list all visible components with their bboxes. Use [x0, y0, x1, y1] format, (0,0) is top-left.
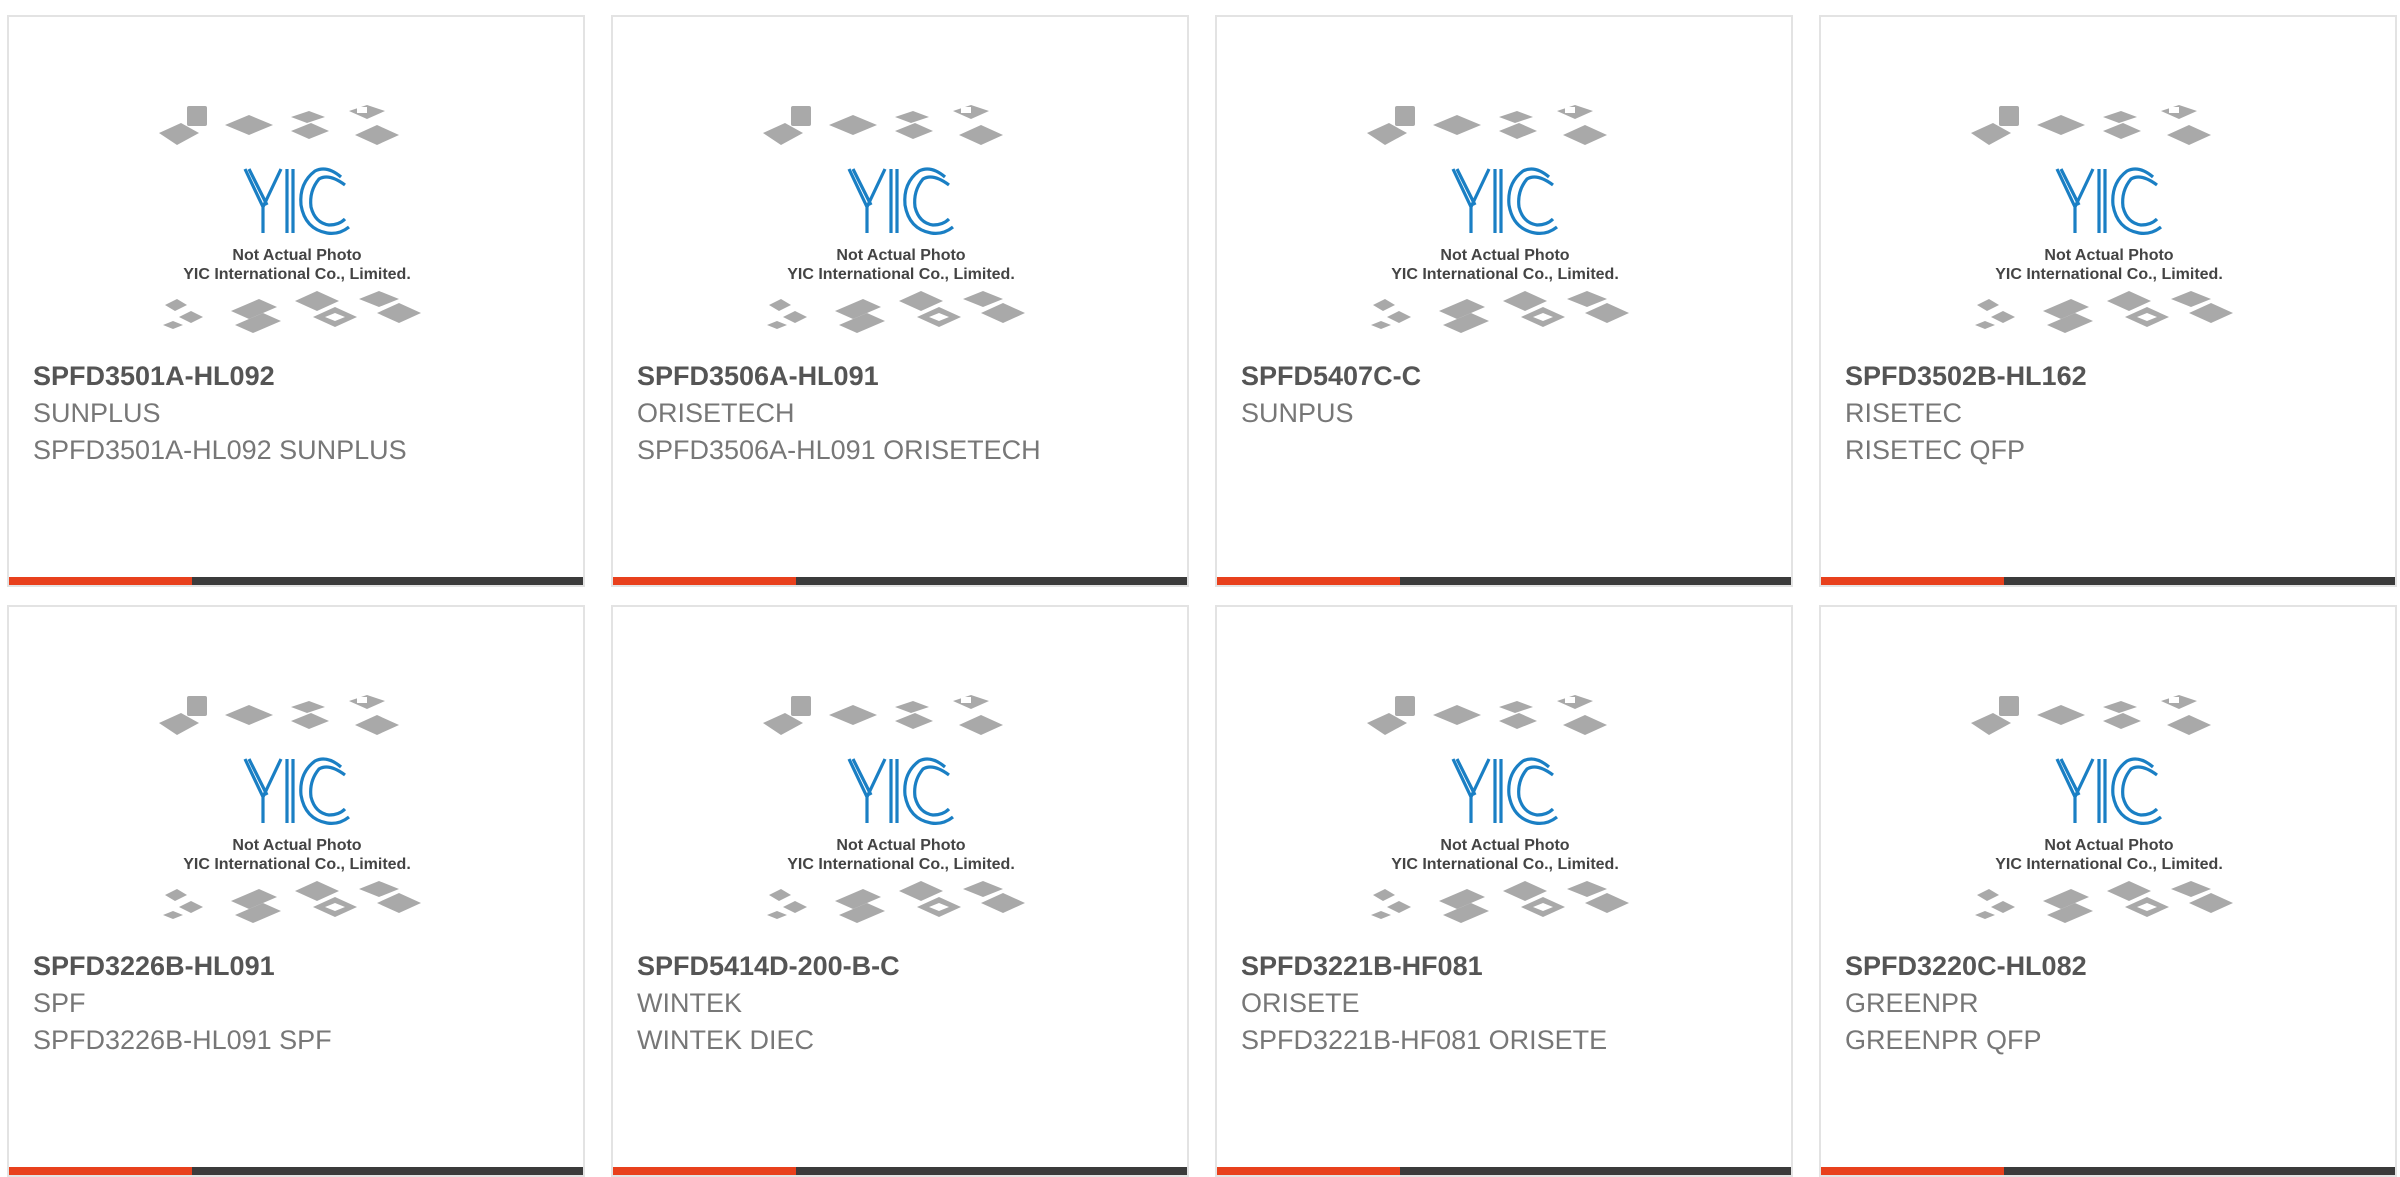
card-accent-bar [1217, 577, 1400, 585]
product-info: SPFD3226B-HL091 SPF SPFD3226B-HL091 SPF [33, 947, 573, 1059]
product-placeholder-image[interactable]: Not Actual Photo YIC International Co., … [159, 103, 435, 363]
manufacturer: RISETEC [1845, 398, 1963, 428]
description: SPFD3501A-HL092 SUNPLUS [33, 435, 407, 465]
part-number[interactable]: SPFD3226B-HL091 [33, 947, 573, 985]
manufacturer: GREENPR [1845, 988, 1979, 1018]
part-number[interactable]: SPFD5414D-200-B-C [637, 947, 1177, 985]
svg-text:YIC International Co., Limited: YIC International Co., Limited. [787, 856, 1015, 873]
product-info: SPFD5407C-C SUNPUS [1241, 357, 1781, 432]
card-accent-bar [9, 1167, 192, 1175]
part-number[interactable]: SPFD5407C-C [1241, 357, 1781, 395]
description: SPFD3221B-HF081 ORISETE [1241, 1025, 1608, 1055]
card-bottom-bar [9, 1167, 583, 1175]
product-info: SPFD3506A-HL091 ORISETECH SPFD3506A-HL09… [637, 357, 1177, 469]
card-accent-bar [1821, 577, 2004, 585]
svg-text:YIC International Co., Limited: YIC International Co., Limited. [1995, 856, 2223, 873]
description: GREENPR QFP [1845, 1025, 2042, 1055]
product-placeholder-image[interactable]: Not Actual Photo YIC International Co., … [763, 693, 1039, 953]
manufacturer: SPF [33, 988, 86, 1018]
product-card[interactable]: Not Actual Photo YIC International Co., … [7, 605, 585, 1177]
svg-text:YIC International Co., Limited: YIC International Co., Limited. [1995, 266, 2223, 283]
svg-text:Not Actual Photo: Not Actual Photo [836, 247, 965, 264]
card-accent-bar [613, 1167, 796, 1175]
product-placeholder-image[interactable]: Not Actual Photo YIC International Co., … [1971, 103, 2247, 363]
manufacturer: ORISETECH [637, 398, 795, 428]
svg-text:YIC International Co., Limited: YIC International Co., Limited. [183, 856, 411, 873]
svg-text:Not Actual Photo: Not Actual Photo [2044, 837, 2173, 854]
product-card[interactable]: Not Actual Photo YIC International Co., … [7, 15, 585, 587]
product-info: SPFD3221B-HF081 ORISETE SPFD3221B-HF081 … [1241, 947, 1781, 1059]
product-placeholder-image[interactable]: Not Actual Photo YIC International Co., … [1367, 693, 1643, 953]
chip-placeholder-icon: Not Actual Photo YIC International Co., … [1367, 105, 1629, 333]
card-accent-bar [9, 577, 192, 585]
chip-placeholder-icon: Not Actual Photo YIC International Co., … [763, 105, 1025, 333]
product-info: SPFD5414D-200-B-C WINTEK WINTEK DIEC [637, 947, 1177, 1059]
product-card[interactable]: Not Actual Photo YIC International Co., … [1215, 15, 1793, 587]
product-card[interactable]: Not Actual Photo YIC International Co., … [1215, 605, 1793, 1177]
product-info: SPFD3502B-HL162 RISETEC RISETEC QFP [1845, 357, 2385, 469]
svg-text:Not Actual Photo: Not Actual Photo [232, 247, 361, 264]
part-number[interactable]: SPFD3221B-HF081 [1241, 947, 1781, 985]
description: WINTEK DIEC [637, 1025, 815, 1055]
product-card[interactable]: Not Actual Photo YIC International Co., … [1819, 605, 2397, 1177]
product-card[interactable]: Not Actual Photo YIC International Co., … [611, 605, 1189, 1177]
card-bottom-bar [1821, 1167, 2395, 1175]
manufacturer: SUNPLUS [33, 398, 161, 428]
svg-text:YIC International Co., Limited: YIC International Co., Limited. [787, 266, 1015, 283]
manufacturer: SUNPUS [1241, 398, 1354, 428]
svg-text:YIC International Co., Limited: YIC International Co., Limited. [1391, 856, 1619, 873]
part-number[interactable]: SPFD3506A-HL091 [637, 357, 1177, 395]
svg-text:Not Actual Photo: Not Actual Photo [1440, 837, 1569, 854]
chip-placeholder-icon: Not Actual Photo YIC International Co., … [1367, 695, 1629, 923]
chip-placeholder-icon: Not Actual Photo YIC International Co., … [1971, 695, 2233, 923]
svg-text:YIC International Co., Limited: YIC International Co., Limited. [1391, 266, 1619, 283]
chip-placeholder-icon: Not Actual Photo YIC International Co., … [763, 695, 1025, 923]
chip-placeholder-icon: Not Actual Photo YIC International Co., … [159, 105, 421, 333]
svg-text:Not Actual Photo: Not Actual Photo [836, 837, 965, 854]
product-grid: Not Actual Photo YIC International Co., … [0, 0, 2400, 1177]
svg-text:YIC International Co., Limited: YIC International Co., Limited. [183, 266, 411, 283]
manufacturer: ORISETE [1241, 988, 1360, 1018]
part-number[interactable]: SPFD3502B-HL162 [1845, 357, 2385, 395]
card-accent-bar [1217, 1167, 1400, 1175]
description: RISETEC QFP [1845, 435, 2026, 465]
part-number[interactable]: SPFD3220C-HL082 [1845, 947, 2385, 985]
product-placeholder-image[interactable]: Not Actual Photo YIC International Co., … [763, 103, 1039, 363]
product-placeholder-image[interactable]: Not Actual Photo YIC International Co., … [1971, 693, 2247, 953]
description: SPFD3506A-HL091 ORISETECH [637, 435, 1041, 465]
chip-placeholder-icon: Not Actual Photo YIC International Co., … [159, 695, 421, 923]
card-accent-bar [1821, 1167, 2004, 1175]
product-placeholder-image[interactable]: Not Actual Photo YIC International Co., … [1367, 103, 1643, 363]
svg-text:Not Actual Photo: Not Actual Photo [1440, 247, 1569, 264]
product-placeholder-image[interactable]: Not Actual Photo YIC International Co., … [159, 693, 435, 953]
product-info: SPFD3220C-HL082 GREENPR GREENPR QFP [1845, 947, 2385, 1059]
chip-placeholder-icon: Not Actual Photo YIC International Co., … [1971, 105, 2233, 333]
description: SPFD3226B-HL091 SPF [33, 1025, 332, 1055]
card-bottom-bar [1821, 577, 2395, 585]
product-info: SPFD3501A-HL092 SUNPLUS SPFD3501A-HL092 … [33, 357, 573, 469]
card-bottom-bar [1217, 577, 1791, 585]
product-card[interactable]: Not Actual Photo YIC International Co., … [611, 15, 1189, 587]
card-bottom-bar [9, 577, 583, 585]
svg-text:Not Actual Photo: Not Actual Photo [232, 837, 361, 854]
card-accent-bar [613, 577, 796, 585]
part-number[interactable]: SPFD3501A-HL092 [33, 357, 573, 395]
manufacturer: WINTEK [637, 988, 742, 1018]
card-bottom-bar [613, 577, 1187, 585]
svg-text:Not Actual Photo: Not Actual Photo [2044, 247, 2173, 264]
card-bottom-bar [1217, 1167, 1791, 1175]
product-card[interactable]: Not Actual Photo YIC International Co., … [1819, 15, 2397, 587]
card-bottom-bar [613, 1167, 1187, 1175]
